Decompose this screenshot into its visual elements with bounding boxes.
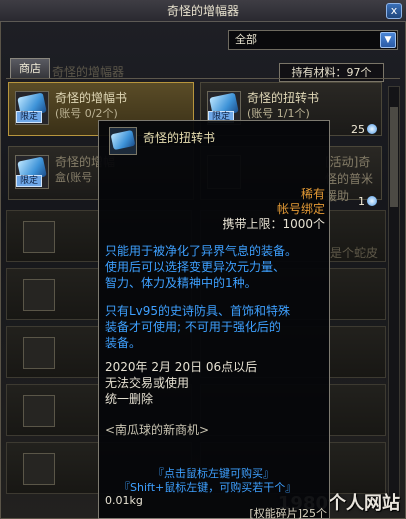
tooltip-date-line: 统一删除 — [105, 392, 154, 406]
tooltip-date-line: 2020年 2月 20日 06点以后 — [105, 360, 258, 374]
item-price-value: 1 — [358, 195, 365, 208]
coin-icon — [367, 124, 377, 134]
panel-divider — [6, 78, 400, 79]
item-name: 奇怪的扭转书 — [247, 91, 320, 105]
category-filter-dropdown[interactable]: 全部 ▼ — [228, 30, 398, 50]
empty-slot-icon — [23, 221, 55, 253]
tooltip-desc-line: 使用后可以选择变更异次元力量、 — [105, 260, 286, 274]
item-price: 1 — [358, 195, 377, 208]
category-filter-value: 全部 — [235, 33, 257, 46]
tooltip-date-line: 无法交易或使用 — [105, 376, 190, 390]
scrollbar[interactable] — [388, 86, 400, 506]
tooltip-description: 只能用于被净化了异界气息的装备。 使用后可以选择变更异次元力量、 智力、体力及精… — [105, 243, 327, 291]
close-icon: x — [390, 4, 398, 17]
limited-badge: 限定 — [16, 175, 42, 187]
tooltip-desc-line: 智力、体力及精神中的1种。 — [105, 276, 257, 290]
tooltip-bulk-buy-hint: 『Shift+鼠标左键，可购买若干个』 — [119, 481, 297, 494]
background-text: 是个蛇皮 — [330, 246, 379, 260]
item-name: 奇怪的增幅书 — [55, 91, 128, 105]
item-tooltip: 奇怪的扭转书 稀有 帐号绑定 携带上限：1000个 只能用于被净化了异界气息的装… — [98, 120, 330, 519]
window-titlebar: 奇怪的增幅器 x — [0, 0, 406, 22]
tab-shop[interactable]: 商店 — [10, 58, 50, 78]
tooltip-shop-name: <南瓜球的新商机> — [105, 423, 210, 437]
tooltip-restriction: 只有Lv95的史诗防具、首饰和特殊 装备才可使用; 不可用于强化后的 装备。 — [105, 303, 327, 351]
item-price-value: 25 — [351, 123, 365, 136]
close-button[interactable]: x — [386, 3, 402, 19]
item-limit: (账号 0/2个) — [55, 107, 118, 120]
item-price: 25 — [351, 123, 377, 136]
limited-badge: 限定 — [16, 111, 42, 123]
tooltip-weight: 0.01kg — [105, 494, 143, 507]
tooltip-desc-line: 只有Lv95的史诗防具、首饰和特殊 — [105, 304, 291, 318]
item-icon: 限定 — [15, 91, 49, 125]
materials-count: 持有材料：97个 — [279, 63, 384, 82]
item-limit: (账号 1/1个) — [247, 107, 310, 120]
tooltip-expiry: 2020年 2月 20日 06点以后 无法交易或使用 统一删除 — [105, 359, 327, 407]
empty-slot-icon — [23, 395, 55, 427]
item-limit: 盒(账号 — [55, 171, 93, 184]
empty-slot-icon — [23, 453, 55, 485]
window-title: 奇怪的增幅器 — [166, 4, 239, 18]
tooltip-desc-line: 装备才可使用; 不可用于强化后的 — [105, 320, 281, 334]
scroll-thumb[interactable] — [390, 107, 398, 207]
item-icon: 限定 — [15, 155, 49, 189]
book-icon — [110, 129, 136, 151]
chevron-down-icon[interactable]: ▼ — [380, 32, 396, 48]
tooltip-item-icon — [109, 127, 137, 155]
tooltip-carry-limit: 携带上限：1000个 — [222, 217, 325, 231]
tooltip-desc-line: 只能用于被净化了异界气息的装备。 — [105, 244, 298, 258]
coin-icon — [367, 196, 377, 206]
tooltip-item-name: 奇怪的扭转书 — [143, 131, 216, 145]
tooltip-cost: [权能碎片]25个 — [249, 507, 327, 519]
empty-slot-icon — [23, 337, 55, 369]
tooltip-desc-line: 装备。 — [105, 336, 142, 350]
empty-slot-icon — [23, 279, 55, 311]
